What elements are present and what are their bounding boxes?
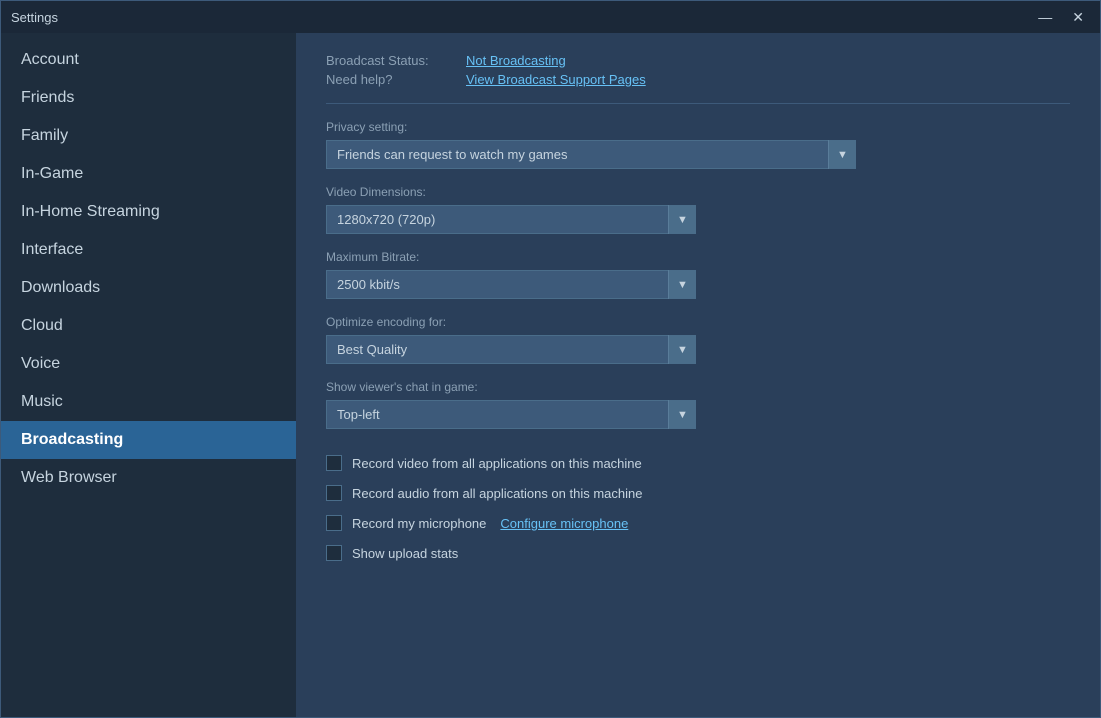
checkbox-show-upload-stats-label: Show upload stats <box>352 546 458 561</box>
view-broadcast-support-link[interactable]: View Broadcast Support Pages <box>466 72 646 87</box>
privacy-setting-section: Privacy setting: Friends can request to … <box>326 120 1070 169</box>
privacy-setting-label: Privacy setting: <box>326 120 1070 134</box>
configure-microphone-link[interactable]: Configure microphone <box>500 516 628 531</box>
divider-1 <box>326 103 1070 104</box>
checkbox-record-video-row: Record video from all applications on th… <box>326 455 1070 471</box>
minimize-button[interactable]: — <box>1032 7 1058 28</box>
show-chat-label: Show viewer's chat in game: <box>326 380 1070 394</box>
checkbox-record-audio[interactable] <box>326 485 342 501</box>
sidebar-item-in-game[interactable]: In-Game <box>1 155 296 193</box>
sidebar-item-web-browser[interactable]: Web Browser <box>1 459 296 497</box>
spacer <box>326 445 1070 455</box>
sidebar-item-interface[interactable]: Interface <box>1 231 296 269</box>
close-button[interactable]: ✕ <box>1066 7 1090 28</box>
broadcast-status-row: Broadcast Status: Not Broadcasting <box>326 53 1070 68</box>
sidebar: Account Friends Family In-Game In-Home S… <box>1 33 296 717</box>
checkbox-record-microphone[interactable] <box>326 515 342 531</box>
video-dimensions-section: Video Dimensions: 1280x720 (720p)1920x10… <box>326 185 1070 234</box>
title-bar: Settings — ✕ <box>1 1 1100 33</box>
need-help-label: Need help? <box>326 72 466 87</box>
optimize-encoding-label: Optimize encoding for: <box>326 315 1070 329</box>
main-content: Account Friends Family In-Game In-Home S… <box>1 33 1100 717</box>
broadcast-status-label: Broadcast Status: <box>326 53 466 68</box>
window-title: Settings <box>11 10 58 25</box>
checkbox-record-audio-row: Record audio from all applications on th… <box>326 485 1070 501</box>
privacy-setting-select[interactable]: Friends can request to watch my gamesAny… <box>326 140 856 169</box>
need-help-row: Need help? View Broadcast Support Pages <box>326 72 1070 87</box>
optimize-encoding-wrapper: Best QualityBest PerformanceBalanced ▼ <box>326 335 696 364</box>
checkbox-record-video[interactable] <box>326 455 342 471</box>
main-panel: Broadcast Status: Not Broadcasting Need … <box>296 33 1100 717</box>
show-chat-wrapper: Top-leftTop-rightBottom-leftBottom-right… <box>326 400 696 429</box>
sidebar-item-downloads[interactable]: Downloads <box>1 269 296 307</box>
not-broadcasting-link[interactable]: Not Broadcasting <box>466 53 566 68</box>
show-chat-section: Show viewer's chat in game: Top-leftTop-… <box>326 380 1070 429</box>
sidebar-item-account[interactable]: Account <box>1 41 296 79</box>
checkbox-record-microphone-row: Record my microphone Configure microphon… <box>326 515 1070 531</box>
video-dimensions-label: Video Dimensions: <box>326 185 1070 199</box>
video-dimensions-wrapper: 1280x720 (720p)1920x1080 (1080p)852x480 … <box>326 205 696 234</box>
checkbox-record-audio-label: Record audio from all applications on th… <box>352 486 643 501</box>
settings-window: Settings — ✕ Account Friends Family In-G… <box>0 0 1101 718</box>
optimize-encoding-section: Optimize encoding for: Best QualityBest … <box>326 315 1070 364</box>
sidebar-item-music[interactable]: Music <box>1 383 296 421</box>
sidebar-item-friends[interactable]: Friends <box>1 79 296 117</box>
max-bitrate-label: Maximum Bitrate: <box>326 250 1070 264</box>
privacy-setting-wrapper: Friends can request to watch my gamesAny… <box>326 140 856 169</box>
checkbox-show-upload-stats-row: Show upload stats <box>326 545 1070 561</box>
window-controls: — ✕ <box>1032 7 1090 28</box>
sidebar-item-broadcasting[interactable]: Broadcasting <box>1 421 296 459</box>
checkbox-record-microphone-label: Record my microphone <box>352 516 486 531</box>
max-bitrate-wrapper: 500 kbit/s1000 kbit/s2500 kbit/s5000 kbi… <box>326 270 696 299</box>
sidebar-item-cloud[interactable]: Cloud <box>1 307 296 345</box>
checkbox-record-video-label: Record video from all applications on th… <box>352 456 642 471</box>
sidebar-item-family[interactable]: Family <box>1 117 296 155</box>
sidebar-item-in-home-streaming[interactable]: In-Home Streaming <box>1 193 296 231</box>
checkbox-show-upload-stats[interactable] <box>326 545 342 561</box>
sidebar-item-voice[interactable]: Voice <box>1 345 296 383</box>
show-chat-select[interactable]: Top-leftTop-rightBottom-leftBottom-right… <box>326 400 696 429</box>
optimize-encoding-select[interactable]: Best QualityBest PerformanceBalanced <box>326 335 696 364</box>
max-bitrate-section: Maximum Bitrate: 500 kbit/s1000 kbit/s25… <box>326 250 1070 299</box>
video-dimensions-select[interactable]: 1280x720 (720p)1920x1080 (1080p)852x480 … <box>326 205 696 234</box>
max-bitrate-select[interactable]: 500 kbit/s1000 kbit/s2500 kbit/s5000 kbi… <box>326 270 696 299</box>
